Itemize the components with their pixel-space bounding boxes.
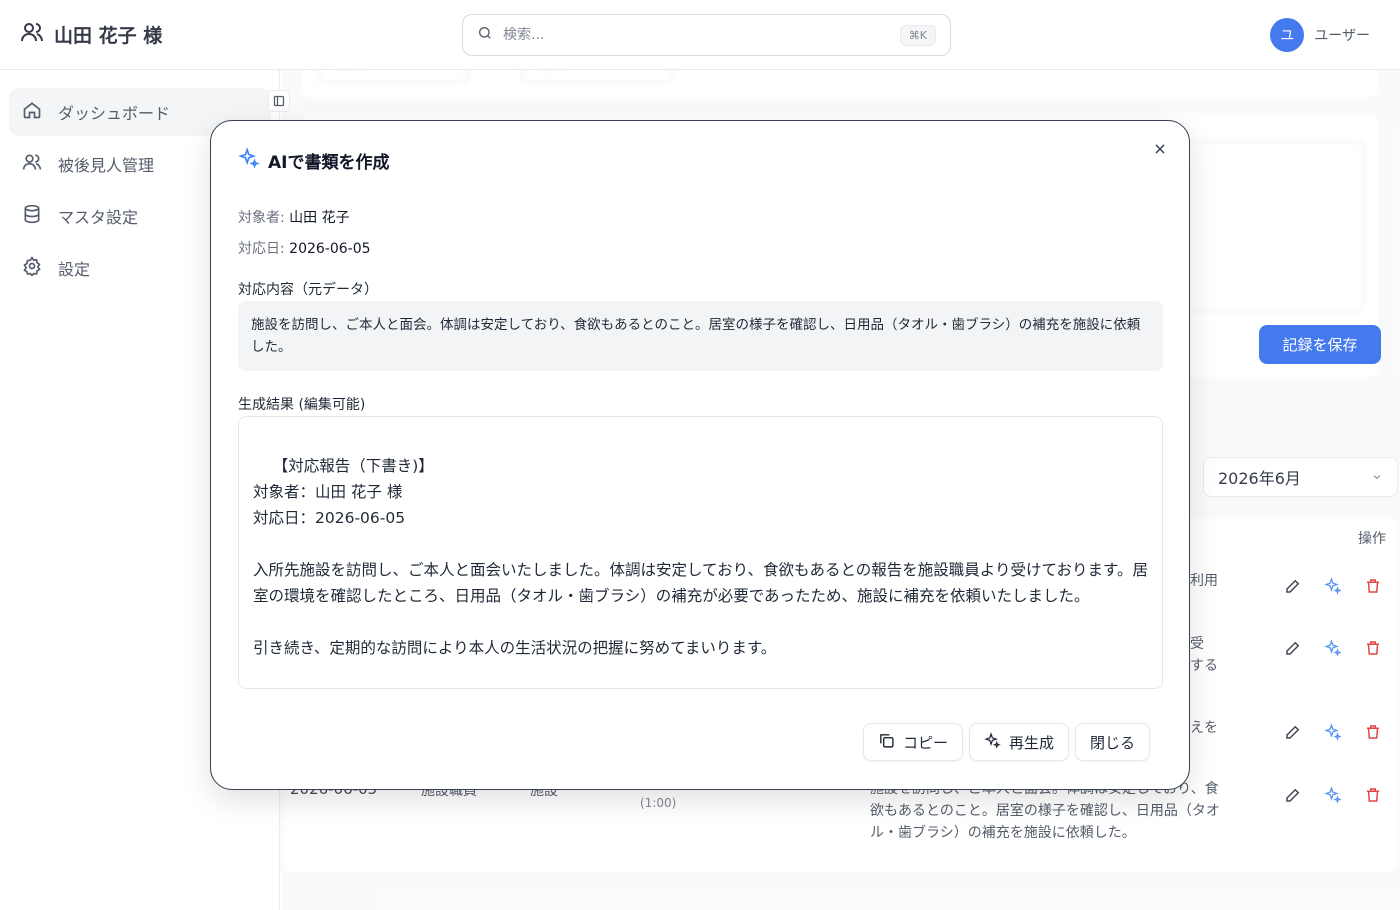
copy-button[interactable]: コピー [863,723,964,761]
dialog-actions: コピー 再生成 閉じる [863,723,1151,761]
date-value: 2026-06-05 [289,241,371,257]
subject-label: 対象者: [238,210,285,226]
dialog-title-text: AIで書類を作成 [268,153,390,173]
close-button[interactable] [1149,139,1171,161]
date-label: 対応日: [238,241,285,257]
ai-document-dialog: AIで書類を作成 対象者: 山田 花子 対応日: 2026-06-05 対応内容… [210,120,1190,790]
regenerate-button[interactable]: 再生成 [969,723,1070,761]
copy-button-label: コピー [903,733,949,752]
ai-sparkle-icon [238,147,260,174]
source-label: 対応内容（元データ） [238,282,378,298]
date-info: 対応日: 2026-06-05 [238,238,371,258]
resize-handle-icon[interactable] [1149,675,1159,685]
source-content: 施設を訪問し、ご本人と面会。体調は安定しており、食欲もあるとのこと。居室の様子を… [238,301,1163,371]
result-textarea[interactable]: 【対応報告（下書き)】 対象者：山田 花子 様 対応日：2026-06-05 入… [238,416,1163,689]
subject-value: 山田 花子 [289,210,350,226]
ai-sparkle-icon [984,731,1001,753]
copy-icon [878,732,895,753]
result-label: 生成結果 (編集可能) [238,397,366,413]
close-icon [1153,141,1167,160]
regenerate-button-label: 再生成 [1009,733,1055,752]
dialog-title: AIで書類を作成 [238,147,389,174]
result-text: 【対応報告（下書き)】 対象者：山田 花子 様 対応日：2026-06-05 入… [253,457,1148,657]
close-dialog-button[interactable]: 閉じる [1075,723,1151,761]
subject-info: 対象者: 山田 花子 [238,207,350,227]
close-dialog-button-label: 閉じる [1090,733,1136,752]
